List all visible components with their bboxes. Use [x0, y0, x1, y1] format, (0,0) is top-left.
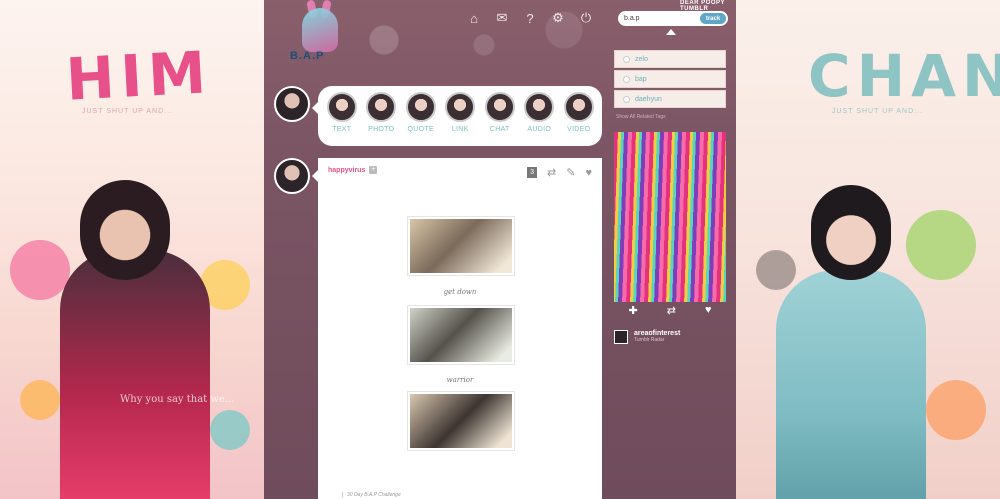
post-type-label: AUDIO: [527, 126, 552, 133]
follow-plus-icon[interactable]: ✚: [629, 304, 638, 317]
splash-decoration: [20, 380, 60, 420]
post-photo[interactable]: [408, 392, 514, 450]
quote-post-icon: [405, 92, 436, 122]
post-actions: 3 ⇄ ✎ ♥: [527, 166, 592, 179]
left-subtitle: JUST SHUT UP AND...: [82, 108, 173, 115]
post-composer: TEXT PHOTO QUOTE LINK CHAT AUDIO VIDEO: [312, 86, 602, 146]
photo-post-icon: [366, 92, 397, 122]
home-icon[interactable]: ⌂: [466, 10, 482, 26]
link-post-icon: [445, 92, 476, 122]
splash-decoration: [926, 380, 986, 440]
post-header: happyvirus +: [328, 166, 378, 174]
text-post-icon: [326, 92, 357, 122]
post-card: happyvirus + 3 ⇄ ✎ ♥ get down warrior 30…: [312, 158, 602, 499]
related-tags-list: zelo bap daehyun: [614, 50, 726, 110]
post-type-quote[interactable]: QUOTE: [401, 92, 441, 146]
track-button[interactable]: track: [700, 13, 726, 24]
post-type-label: QUOTE: [407, 126, 434, 133]
left-backdrop: HIM JUST SHUT UP AND... Why you say that…: [0, 0, 264, 499]
radar-subtitle: Tumblr Radar: [634, 337, 665, 343]
post-photo[interactable]: [408, 306, 514, 364]
tag-label: daehyun: [635, 95, 662, 103]
splash-decoration: [210, 410, 250, 450]
chat-post-icon: [484, 92, 515, 122]
artist-figure-left: [60, 250, 210, 499]
dropdown-caret: [666, 29, 676, 35]
like-heart-icon[interactable]: ♥: [585, 167, 592, 179]
splash-decoration: [756, 250, 796, 290]
blog-logo[interactable]: B.A.P: [290, 0, 350, 64]
post-type-video[interactable]: VIDEO: [559, 92, 599, 146]
right-subtitle: JUST SHUT UP AND...: [832, 108, 923, 115]
left-title: HIM: [64, 38, 214, 114]
tag-bullet-icon: [623, 75, 630, 83]
splash-decoration: [906, 210, 976, 280]
user-avatar[interactable]: [274, 86, 310, 122]
artist-head-right: [811, 185, 891, 280]
photo-caption: get down: [443, 288, 477, 296]
post-photo[interactable]: [408, 217, 514, 275]
video-post-icon: [563, 92, 594, 122]
radar-image[interactable]: [614, 132, 726, 302]
tag-label: bap: [635, 75, 647, 83]
note-count[interactable]: 3: [527, 167, 538, 178]
photo-caption: warrior: [446, 376, 474, 384]
right-title: CHAN: [808, 42, 1000, 110]
artist-head-left: [80, 180, 170, 280]
post-footer-text: 30 Day B.A.P Challenge: [342, 492, 401, 498]
bunny-icon: [302, 8, 338, 52]
reblog-icon[interactable]: ⇄: [547, 166, 556, 179]
post-type-label: TEXT: [332, 126, 352, 133]
post-type-label: CHAT: [489, 126, 510, 133]
tag-item-zelo[interactable]: zelo: [614, 50, 726, 68]
right-backdrop: CHAN JUST SHUT UP AND...: [736, 0, 1000, 499]
like-heart-icon[interactable]: ♥: [705, 304, 712, 317]
audio-post-icon: [524, 92, 555, 122]
left-quote: Why you say that we...: [120, 394, 235, 405]
tag-bullet-icon: [623, 95, 630, 103]
gear-icon[interactable]: ⚙: [550, 10, 566, 26]
radar-meta: areaofinterest Tumblr Radar: [614, 330, 680, 344]
power-icon[interactable]: ⏻: [578, 10, 594, 26]
mail-icon[interactable]: ✉: [494, 10, 510, 26]
tag-bullet-icon: [623, 55, 630, 63]
radar-actions: ✚ ⇄ ♥: [614, 304, 726, 317]
help-icon[interactable]: ?: [522, 10, 538, 26]
reply-icon[interactable]: ✎: [566, 166, 575, 179]
logo-text: B.A.P: [290, 50, 325, 62]
follow-plus-icon[interactable]: +: [369, 166, 378, 174]
search-input[interactable]: [624, 15, 694, 22]
tag-item-daehyun[interactable]: daehyun: [614, 90, 726, 108]
dashboard-panel: B.A.P ⌂ ✉ ? ⚙ ⏻ DEAR POOPY TUMBLR track …: [264, 0, 736, 499]
post-type-chat[interactable]: CHAT: [480, 92, 520, 146]
tag-label: zelo: [635, 55, 648, 63]
post-type-link[interactable]: LINK: [441, 92, 481, 146]
radar-username[interactable]: areaofinterest: [634, 330, 680, 337]
post-type-audio[interactable]: AUDIO: [520, 92, 560, 146]
poster-avatar[interactable]: [274, 158, 310, 194]
top-nav: ⌂ ✉ ? ⚙ ⏻: [466, 10, 594, 26]
splash-decoration: [10, 240, 70, 300]
post-type-label: VIDEO: [567, 126, 591, 133]
post-username[interactable]: happyvirus: [328, 167, 365, 174]
post-type-photo[interactable]: PHOTO: [362, 92, 402, 146]
show-all-tags-link[interactable]: Show All Related Tags: [616, 114, 666, 120]
search-box: track: [618, 11, 728, 26]
post-type-label: LINK: [451, 126, 469, 133]
post-type-text[interactable]: TEXT: [322, 92, 362, 146]
radar-avatar[interactable]: [614, 330, 628, 344]
post-type-label: PHOTO: [368, 126, 395, 133]
tag-item-bap[interactable]: bap: [614, 70, 726, 88]
artist-figure-right: [776, 270, 926, 499]
reblog-icon[interactable]: ⇄: [667, 304, 676, 317]
